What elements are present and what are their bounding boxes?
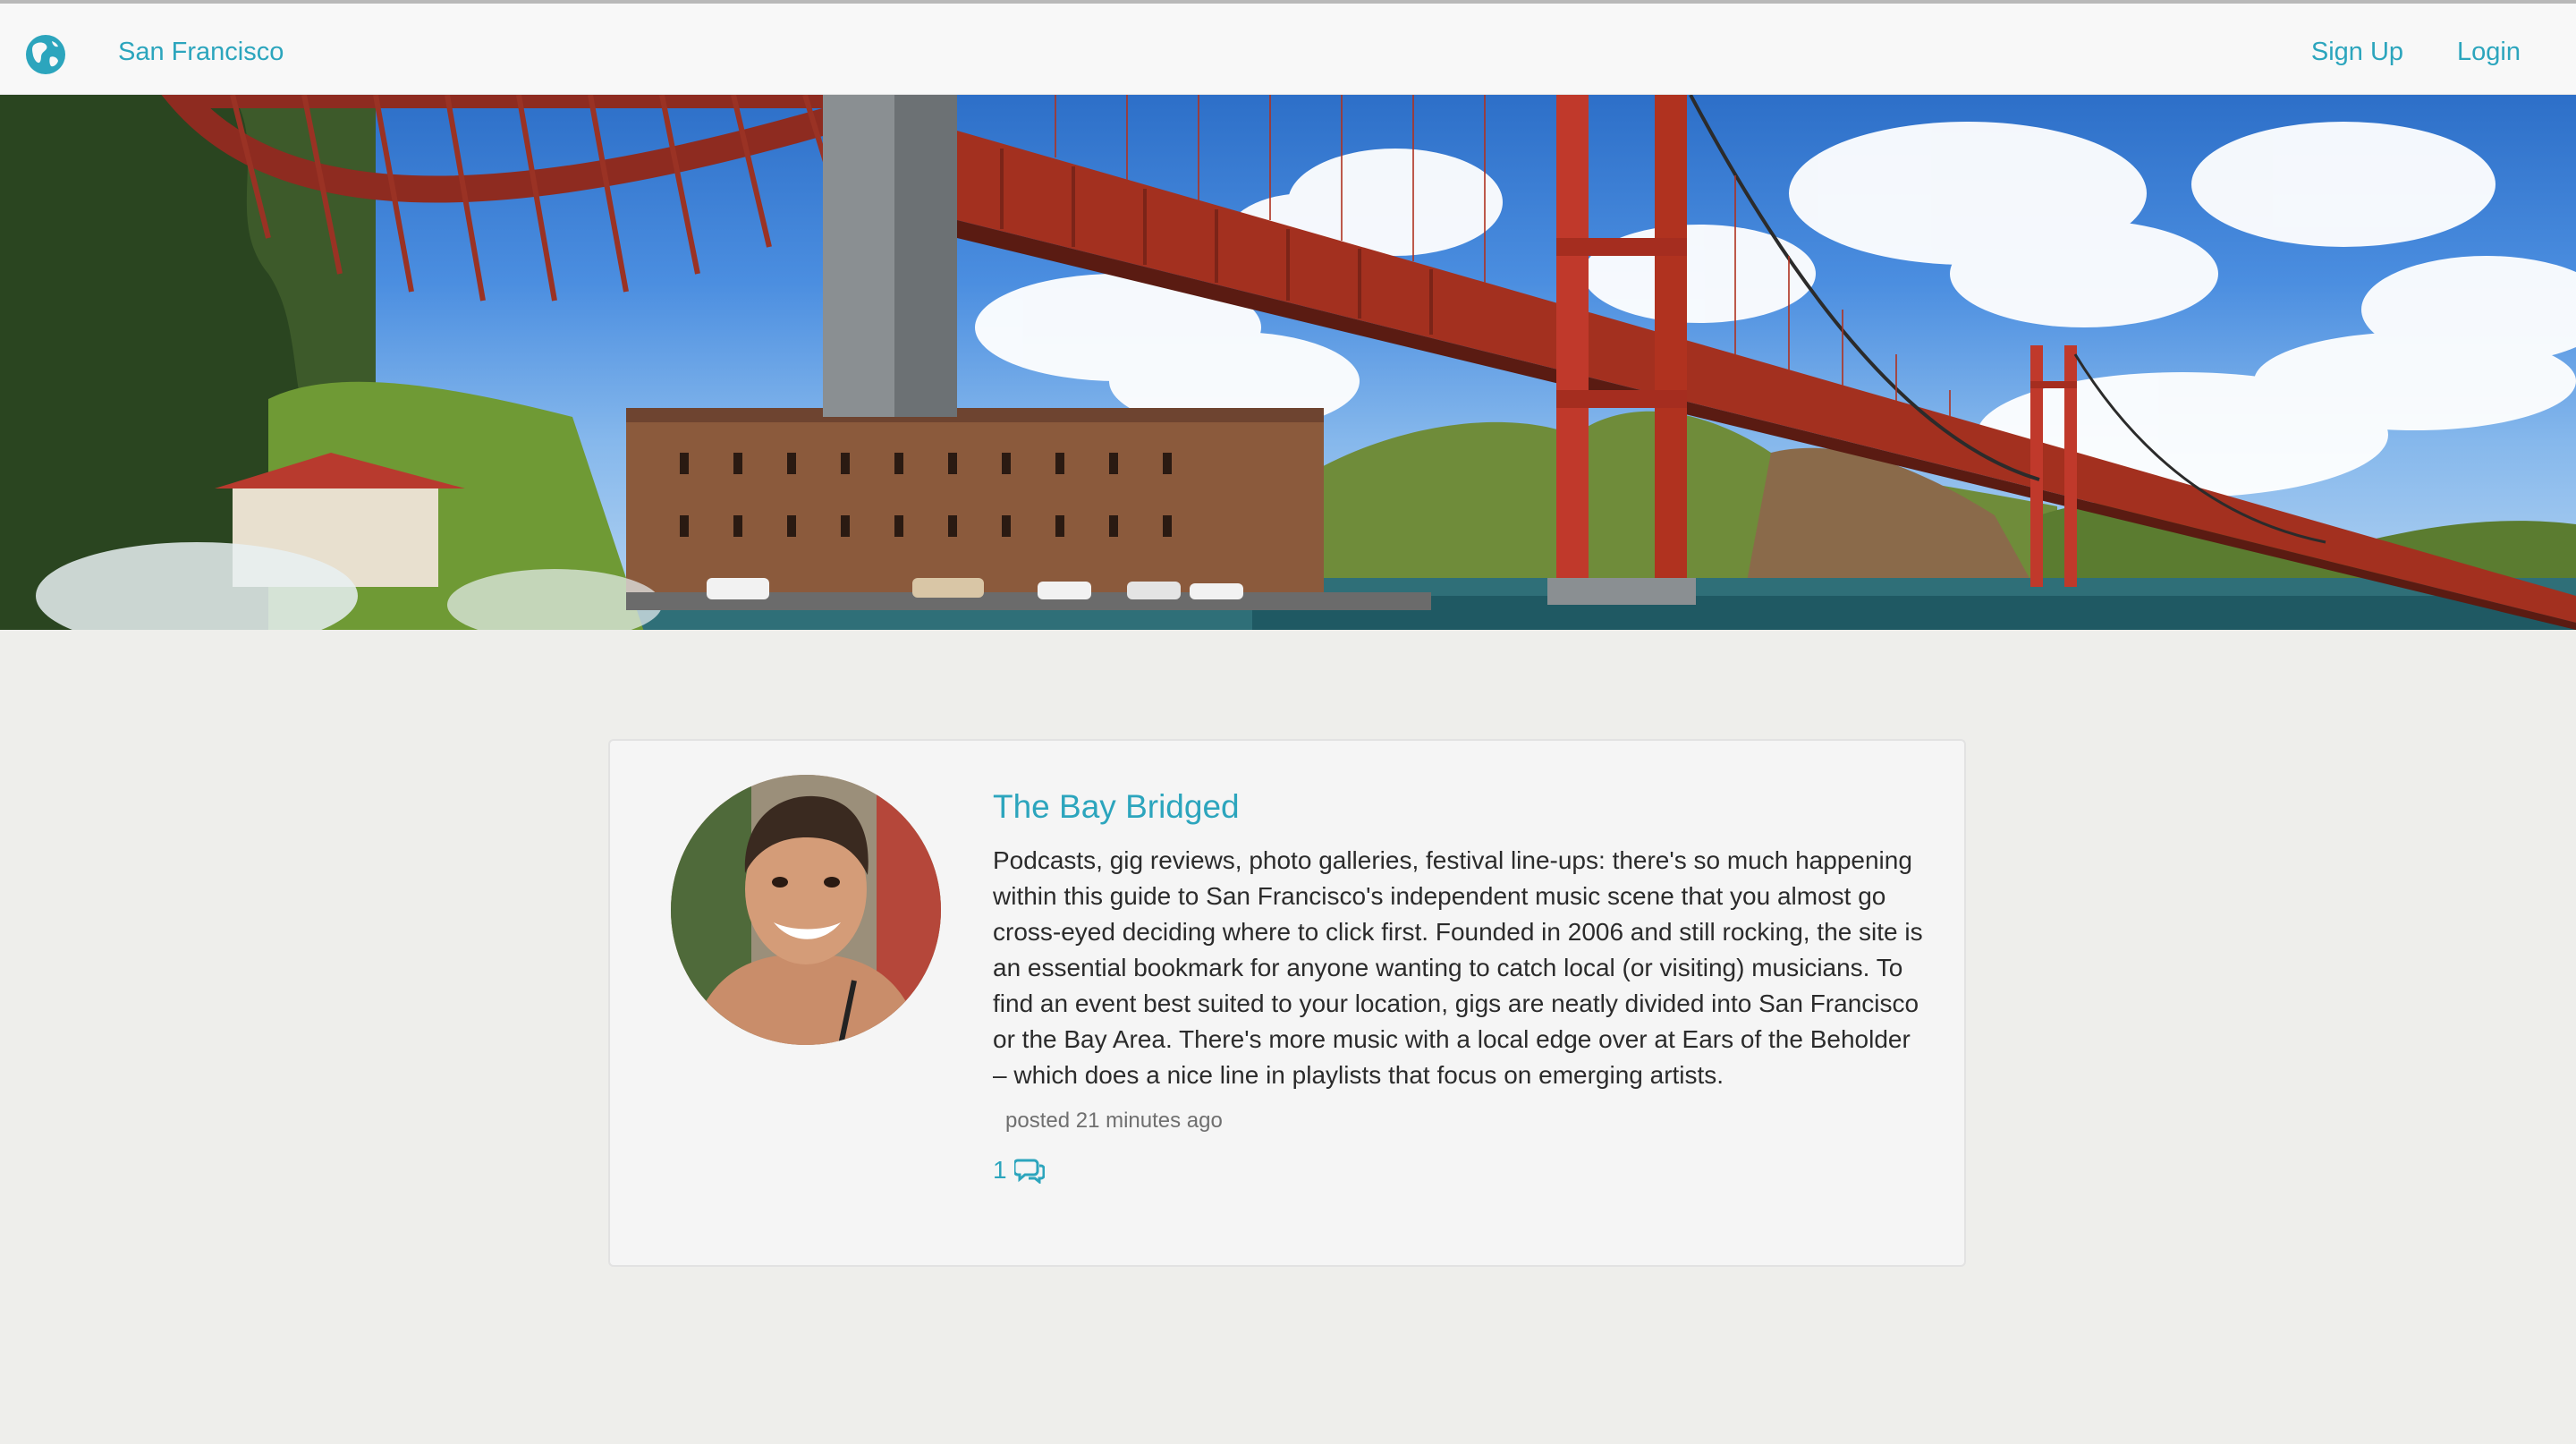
golden-gate-bridge-illustration bbox=[0, 95, 2576, 630]
page: San Francisco Sign Up Login The Bay Brid… bbox=[0, 0, 2576, 1444]
brand-link[interactable]: San Francisco bbox=[118, 34, 284, 70]
post-title[interactable]: The Bay Bridged bbox=[993, 786, 1923, 828]
post-timestamp: posted 21 minutes ago bbox=[1005, 1108, 1223, 1133]
nav-right: Sign Up Login bbox=[2311, 34, 2521, 70]
globe-icon[interactable] bbox=[25, 34, 66, 75]
top-navbar: San Francisco Sign Up Login bbox=[0, 0, 2576, 95]
post-body: The Bay Bridged Podcasts, gig reviews, p… bbox=[993, 786, 1923, 1186]
sign-up-link[interactable]: Sign Up bbox=[2311, 34, 2403, 70]
post-card: The Bay Bridged Podcasts, gig reviews, p… bbox=[608, 739, 1966, 1267]
comments-icon bbox=[1013, 1159, 1045, 1184]
comment-count: 1 bbox=[993, 1156, 1007, 1184]
avatar[interactable] bbox=[671, 775, 941, 1045]
hero-banner-image bbox=[0, 95, 2576, 630]
avatar-photo bbox=[671, 775, 941, 1045]
comments-link[interactable]: 1 bbox=[993, 1154, 1045, 1186]
login-link[interactable]: Login bbox=[2457, 34, 2521, 70]
post-description: Podcasts, gig reviews, photo galleries, … bbox=[993, 846, 1923, 1089]
